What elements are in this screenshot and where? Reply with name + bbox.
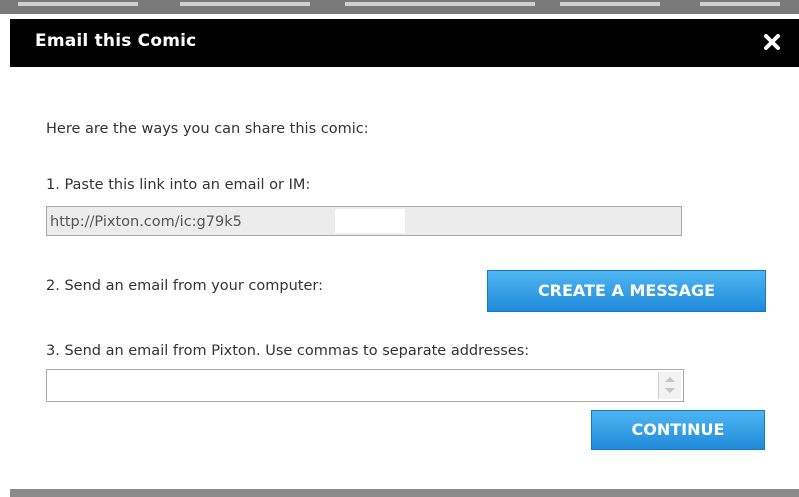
redacted-overlay — [335, 209, 405, 233]
step2-label: 2. Send an email from your computer: — [46, 278, 323, 294]
chevron-down-icon[interactable] — [665, 388, 675, 393]
dialog-titlebar: Email this Comic — [10, 19, 799, 67]
email-addresses-input[interactable] — [46, 369, 684, 402]
close-icon[interactable] — [761, 31, 783, 53]
intro-text: Here are the ways you can share this com… — [46, 121, 369, 137]
step3-label: 3. Send an email from Pixton. Use commas… — [46, 343, 530, 359]
background-page-strip — [0, 0, 799, 14]
comic-link-field[interactable]: http://Pixton.com/ic:g79k5 — [46, 206, 682, 236]
background-fragment — [180, 2, 310, 6]
continue-button[interactable]: CONTINUE — [591, 410, 765, 450]
background-fragment — [345, 2, 535, 6]
create-message-button[interactable]: CREATE A MESSAGE — [487, 270, 766, 312]
input-spinner[interactable] — [658, 372, 681, 399]
background-fragment — [700, 2, 780, 6]
email-comic-dialog: Email this Comic Here are the ways you c… — [10, 14, 799, 497]
step1-label: 1. Paste this link into an email or IM: — [46, 177, 311, 193]
background-fragment — [18, 2, 138, 6]
page: Email this Comic Here are the ways you c… — [0, 0, 799, 497]
dialog-title: Email this Comic — [35, 31, 197, 51]
dialog-bottom-border — [10, 489, 799, 497]
chevron-up-icon[interactable] — [665, 377, 675, 382]
background-fragment — [560, 2, 660, 6]
comic-link-value: http://Pixton.com/ic:g79k5 — [50, 214, 242, 230]
